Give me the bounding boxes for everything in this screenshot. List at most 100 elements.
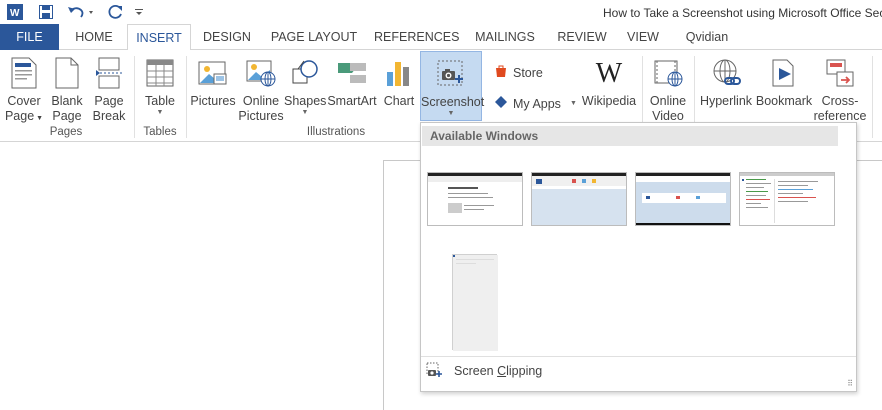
redo-icon[interactable]: [107, 3, 125, 21]
screen-clipping-accelerator: C: [497, 364, 507, 378]
table-icon: [140, 54, 180, 92]
online-video-button[interactable]: Online Video: [646, 54, 690, 124]
store-icon: [494, 64, 508, 81]
my-apps-label: My Apps: [513, 96, 561, 111]
cover-page-icon: [4, 54, 44, 92]
group-label-tables: Tables: [143, 126, 177, 138]
smartart-label: SmartArt: [327, 94, 377, 108]
window-thumbnail[interactable]: [635, 172, 731, 226]
svg-text:W: W: [10, 8, 20, 19]
menu-separator: [421, 356, 856, 357]
tab-file[interactable]: FILE: [0, 24, 59, 50]
chart-button[interactable]: Chart: [380, 54, 418, 109]
hyperlink-icon: [698, 54, 754, 92]
tab-review[interactable]: REVIEW: [554, 24, 610, 50]
online-video-icon: [646, 54, 690, 92]
screen-clipping-label-suffix: lipping: [506, 364, 543, 378]
screenshot-icon: [421, 55, 481, 93]
hyperlink-button[interactable]: Hyperlink: [698, 54, 754, 109]
customize-qat-icon[interactable]: [134, 3, 144, 21]
group-separator: [872, 56, 873, 138]
smartart-icon: [327, 54, 377, 92]
online-pictures-label-1: Online: [242, 94, 280, 108]
online-pictures-label-2: Pictures: [238, 109, 284, 123]
blank-page-button[interactable]: Blank Page: [48, 54, 86, 124]
online-pictures-icon: [238, 54, 284, 92]
tab-view[interactable]: VIEW: [622, 24, 664, 50]
smartart-button[interactable]: SmartArt: [327, 54, 377, 109]
dropdown-caret-icon: ▼: [447, 110, 455, 117]
title-bar: W How to Take a Screenshot using Microso…: [0, 0, 882, 24]
tab-page-layout[interactable]: PAGE LAYOUT: [266, 24, 362, 50]
window-thumbnail[interactable]: [452, 254, 498, 351]
chart-label: Chart: [383, 94, 415, 108]
window-thumbnail[interactable]: [739, 172, 835, 226]
bookmark-icon: [755, 54, 813, 92]
chart-icon: [380, 54, 418, 92]
resize-grip-icon[interactable]: ⠿: [847, 379, 853, 388]
screenshot-dropdown: Available Windows Screen Clipping ⠿: [420, 122, 857, 392]
blank-page-icon: [48, 54, 86, 92]
cross-reference-button[interactable]: Cross- reference: [812, 54, 868, 124]
save-icon[interactable]: [37, 3, 55, 21]
wikipedia-label: Wikipedia: [581, 94, 637, 108]
dropdown-caret-icon: ▼: [34, 115, 44, 122]
wikipedia-icon: W: [595, 57, 623, 89]
screen-clipping-label-prefix: Screen: [454, 364, 498, 378]
group-separator: [134, 56, 135, 138]
shapes-label: Shapes: [284, 94, 327, 108]
cover-page-label-1: Cover: [7, 94, 41, 108]
dropdown-caret-icon: ▼: [569, 100, 577, 107]
screen-clipping-icon: [426, 362, 442, 381]
ribbon-tabs: FILE HOME INSERT DESIGN PAGE LAYOUT REFE…: [0, 24, 882, 51]
dropdown-caret-icon: ▼: [156, 109, 164, 116]
wikipedia-button[interactable]: W Wikipedia: [580, 54, 638, 109]
screenshot-button[interactable]: Screenshot ▼: [420, 51, 485, 121]
online-video-label-1: Online: [649, 94, 687, 108]
pictures-icon: [190, 54, 236, 92]
cover-page-label-2: Page: [4, 109, 35, 123]
screen-clipping-item[interactable]: Screen Clipping: [426, 361, 542, 381]
page-break-label-1: Page: [94, 94, 124, 108]
pictures-button[interactable]: Pictures: [190, 54, 236, 109]
word-icon[interactable]: W: [6, 3, 24, 21]
tab-insert[interactable]: INSERT: [127, 24, 191, 51]
cover-page-button[interactable]: Cover Page ▼: [4, 54, 44, 126]
my-apps-button[interactable]: My Apps ▼: [494, 95, 577, 112]
store-button[interactable]: Store: [494, 64, 543, 81]
online-video-label-2: Video: [652, 109, 684, 123]
pictures-label: Pictures: [190, 94, 236, 108]
online-pictures-button[interactable]: Online Pictures: [238, 54, 284, 124]
tab-design[interactable]: DESIGN: [196, 24, 258, 50]
page-break-label-2: Break: [92, 109, 126, 123]
shapes-button[interactable]: Shapes ▼: [284, 54, 326, 117]
tab-home[interactable]: HOME: [66, 24, 122, 50]
document-title: How to Take a Screenshot using Microsoft…: [603, 6, 882, 20]
tab-references[interactable]: REFERENCES: [374, 24, 459, 50]
tab-mailings[interactable]: MAILINGS: [470, 24, 540, 50]
bookmark-button[interactable]: Bookmark: [755, 54, 813, 109]
window-thumbnail[interactable]: [531, 172, 627, 226]
window-thumbnail[interactable]: [427, 172, 523, 226]
group-label-pages: Pages: [49, 126, 83, 138]
table-label: Table: [145, 94, 175, 108]
undo-icon[interactable]: [66, 3, 96, 21]
store-label: Store: [513, 65, 543, 80]
hyperlink-label: Hyperlink: [699, 94, 753, 108]
my-apps-icon: [494, 95, 508, 112]
group-separator: [186, 56, 187, 138]
tab-qvidian[interactable]: Qvidian: [680, 24, 734, 50]
cross-reference-label-2: reference: [813, 109, 867, 123]
dropdown-caret-icon: ▼: [301, 109, 309, 116]
bookmark-label: Bookmark: [755, 94, 813, 108]
blank-page-label-2: Page: [52, 109, 82, 123]
shapes-icon: [284, 54, 326, 92]
screenshot-label: Screenshot: [421, 95, 485, 109]
page-break-icon: [90, 54, 128, 92]
available-windows-header: Available Windows: [422, 126, 838, 146]
table-button[interactable]: Table ▼: [140, 54, 180, 117]
screen-clipping-label: Screen Clipping: [454, 364, 542, 378]
cross-reference-label-1: Cross-: [821, 94, 859, 108]
blank-page-label-1: Blank: [51, 94, 83, 108]
page-break-button[interactable]: Page Break: [90, 54, 128, 124]
